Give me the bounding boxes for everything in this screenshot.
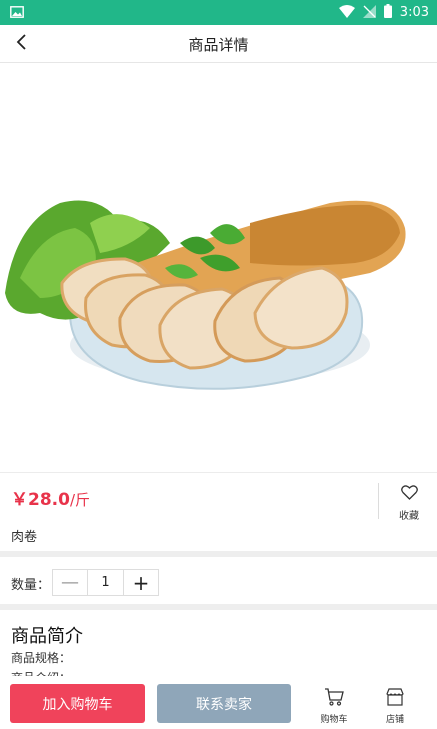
no-signal-icon [362,3,376,22]
product-price: ￥28.0/斤 [11,485,90,510]
product-image [0,63,437,471]
shop-tab-label: 店铺 [385,715,404,725]
price-section: ￥28.0/斤 肉卷 收藏 [0,472,437,550]
product-intro-section: 商品简介 商品规格： 商品介绍： [0,610,437,680]
cart-tab[interactable]: 购物车 [314,688,354,725]
quantity-label: 数量： [11,578,51,593]
store-icon [385,688,405,710]
navigation-bar: 商品详情 [0,25,437,63]
price-unit: /斤 [69,491,91,509]
product-name: 肉卷 [11,530,38,545]
shop-tab[interactable]: 店铺 [375,688,415,725]
status-time: 3:03 [399,5,429,20]
shopping-cart-icon [324,688,344,710]
spec-label: 商品规格： [11,651,72,665]
divider [378,483,379,519]
wifi-icon [338,3,355,22]
favorite-button[interactable]: 收藏 [388,485,430,523]
cart-tab-label: 购物车 [320,715,348,725]
battery-icon [383,3,392,22]
intro-title: 商品简介 [11,626,83,647]
increase-button[interactable]: + [124,570,158,595]
bottom-action-bar: 加入购物车 联系卖家 购物车 店铺 [0,676,437,729]
gallery-notification-icon [10,3,24,22]
quantity-value[interactable]: 1 [87,570,124,595]
price-value: ￥28.0 [11,490,70,510]
quantity-stepper: — 1 + [52,569,159,596]
heart-icon [400,485,418,504]
contact-seller-button[interactable]: 联系卖家 [157,684,291,723]
section-divider [0,551,437,557]
favorite-label: 收藏 [399,511,419,522]
page-title: 商品详情 [188,36,249,54]
quantity-section: 数量： — 1 + [0,560,437,604]
food-photo-illustration [5,200,406,390]
decrease-button[interactable]: — [53,570,87,595]
product-detail-page: 3:03 商品详情 ￥28.0/斤 肉卷 收藏 数量： — 1 + 商品简介 商… [0,0,437,729]
add-to-cart-button[interactable]: 加入购物车 [10,684,145,723]
status-bar: 3:03 [0,0,437,25]
